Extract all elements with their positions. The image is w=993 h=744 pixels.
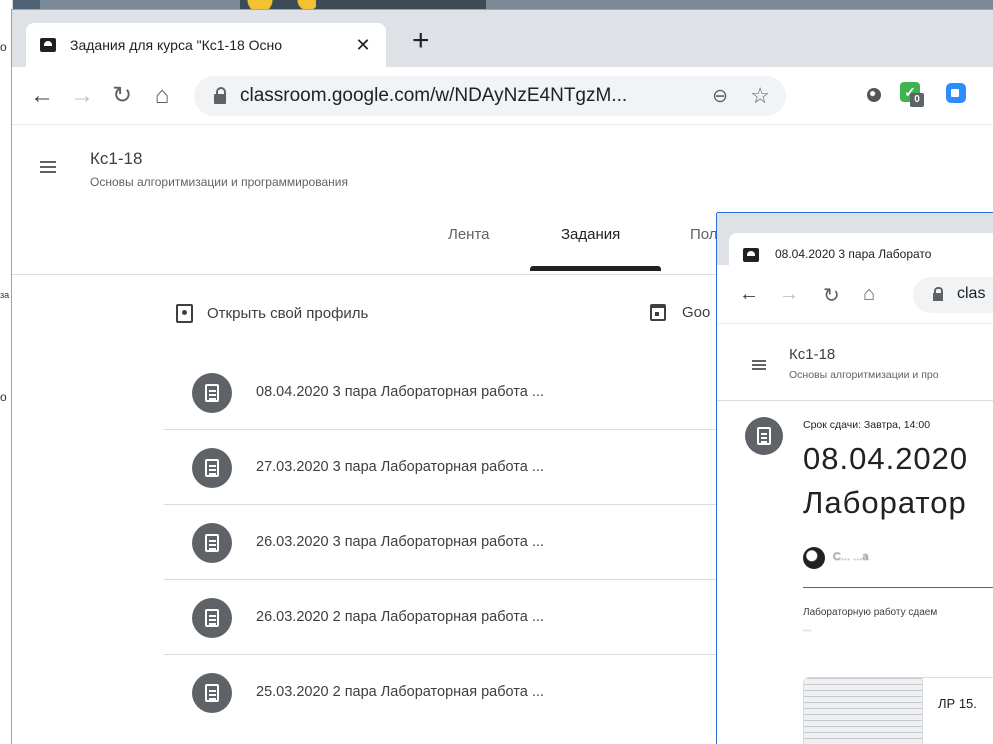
extension-shield-icon[interactable]: ✓ 0 xyxy=(900,82,924,107)
assignment-item[interactable]: 25.03.2020 2 пара Лабораторная работа ..… xyxy=(164,655,724,729)
assignment-description-line2: ... xyxy=(803,623,812,634)
background-edge-text: о xyxy=(0,40,7,54)
desktop-wallpaper-art xyxy=(236,0,316,10)
extension-badge: 0 xyxy=(910,93,924,107)
course-title[interactable]: Кс1-18 xyxy=(90,149,142,169)
assignment-detail-window: 08.04.2020 3 пара Лаборато ← → ↻ ⌂ clas … xyxy=(717,213,993,744)
avatar xyxy=(803,547,825,569)
assignment-item[interactable]: 26.03.2020 3 пара Лабораторная работа ..… xyxy=(164,505,724,580)
attachment-thumbnail xyxy=(804,678,923,744)
open-profile-label: Открыть свой профиль xyxy=(207,305,369,322)
lock-icon xyxy=(933,287,943,301)
assignment-item[interactable]: 27.03.2020 3 пара Лабораторная работа ..… xyxy=(164,430,724,505)
tab-people[interactable]: Пол xyxy=(690,226,718,243)
bookmark-star-icon[interactable]: ☆ xyxy=(750,83,770,109)
attachment-card[interactable]: ЛР 15. xyxy=(803,677,993,744)
assignment-icon xyxy=(192,673,232,713)
attachment-name: ЛР 15. xyxy=(938,696,977,711)
due-date: Срок сдачи: Завтра, 14:00 xyxy=(803,419,931,431)
background-edge-text: за xyxy=(0,290,10,300)
browser-tab-title: 08.04.2020 3 пара Лаборато xyxy=(775,247,932,261)
menu-hamburger-icon[interactable] xyxy=(40,161,56,163)
assignment-heading: 08.04.2020 xyxy=(803,441,969,476)
tab-strip: Задания для курса "Кс1-18 Осно ✕ + xyxy=(12,10,993,67)
assignment-icon xyxy=(745,417,783,455)
assignment-icon xyxy=(192,448,232,488)
divider xyxy=(803,587,993,588)
address-bar[interactable]: classroom.google.com/w/NDAyNzE4NTgzM... … xyxy=(194,75,786,116)
home-icon[interactable]: ⌂ xyxy=(863,283,875,306)
home-icon[interactable]: ⌂ xyxy=(142,82,182,110)
url-text: classroom.google.com/w/NDAyNzE4NTgzM... xyxy=(240,84,628,106)
assignment-icon xyxy=(192,523,232,563)
tab-classwork[interactable]: Задания xyxy=(561,226,620,243)
browser-tab-assignments[interactable]: Задания для курса "Кс1-18 Осно ✕ xyxy=(26,23,386,67)
address-bar[interactable]: clas xyxy=(913,277,993,313)
assignment-title: 26.03.2020 3 пара Лабораторная работа ..… xyxy=(256,534,544,550)
close-tab-icon[interactable]: ✕ xyxy=(350,35,376,56)
zoom-out-icon[interactable]: ⊖ xyxy=(712,85,728,108)
back-arrow-icon[interactable]: ← xyxy=(22,82,62,110)
browser-toolbar: ← → ↻ ⌂ clas xyxy=(717,265,993,324)
calendar-icon xyxy=(650,304,666,321)
new-tab-plus-icon[interactable]: + xyxy=(412,26,430,56)
google-calendar-label: Goo xyxy=(682,304,711,321)
course-subtitle: Основы алгоритмизации и про xyxy=(789,369,939,381)
url-text: clas xyxy=(957,285,986,302)
active-tab-indicator xyxy=(530,266,661,271)
course-subtitle: Основы алгоритмизации и программирования xyxy=(90,175,348,189)
assignment-title: 25.03.2020 2 пара Лабораторная работа ..… xyxy=(256,684,544,700)
forward-arrow-icon[interactable]: → xyxy=(62,82,102,110)
browser-tab-title: Задания для курса "Кс1-18 Осно xyxy=(70,37,283,53)
browser-toolbar: ← → ↻ ⌂ classroom.google.com/w/NDAyNzE4N… xyxy=(12,67,993,125)
zoom-extension-icon[interactable] xyxy=(946,83,966,103)
author-name: С... ...а xyxy=(833,551,869,563)
assignment-icon xyxy=(192,373,232,413)
classroom-header: Кс1-18 Основы алгоритмизации и про xyxy=(717,324,993,401)
assignment-item[interactable]: 26.03.2020 2 пара Лабораторная работа ..… xyxy=(164,580,724,655)
assignment-title: 27.03.2020 3 пара Лабораторная работа ..… xyxy=(256,459,544,475)
google-calendar-link[interactable]: Goo xyxy=(650,304,710,321)
back-arrow-icon[interactable]: ← xyxy=(739,283,759,306)
assignment-icon xyxy=(192,598,232,638)
open-profile-link[interactable]: Открыть свой профиль xyxy=(176,304,368,323)
background-edge-text: о xyxy=(0,390,7,404)
extension-circle-icon[interactable] xyxy=(867,88,881,102)
assignment-list: 08.04.2020 3 пара Лабораторная работа ..… xyxy=(164,355,724,729)
classroom-favicon-icon xyxy=(743,248,759,262)
assignment-heading-line2: Лаборатор xyxy=(803,485,967,520)
assignment-description: Лабораторную работу сдаем xyxy=(803,607,938,618)
assignment-title: 26.03.2020 2 пара Лабораторная работа ..… xyxy=(256,609,544,625)
lock-icon xyxy=(214,86,226,104)
assignment-item[interactable]: 08.04.2020 3 пара Лабораторная работа ..… xyxy=(164,355,724,430)
course-title[interactable]: Кс1-18 xyxy=(789,346,835,363)
tab-stream[interactable]: Лента xyxy=(448,226,490,243)
assignment-title: 08.04.2020 3 пара Лабораторная работа ..… xyxy=(256,384,544,400)
profile-card-icon xyxy=(176,304,193,323)
assignment-detail: Срок сдачи: Завтра, 14:00 08.04.2020 Лаб… xyxy=(717,401,993,744)
menu-hamburger-icon[interactable] xyxy=(752,360,766,362)
tab-strip: 08.04.2020 3 пара Лаборато xyxy=(717,213,993,277)
reload-icon[interactable]: ↻ xyxy=(823,283,840,308)
reload-icon[interactable]: ↻ xyxy=(102,81,142,110)
classroom-favicon-icon xyxy=(40,38,56,52)
forward-arrow-icon[interactable]: → xyxy=(779,283,799,306)
